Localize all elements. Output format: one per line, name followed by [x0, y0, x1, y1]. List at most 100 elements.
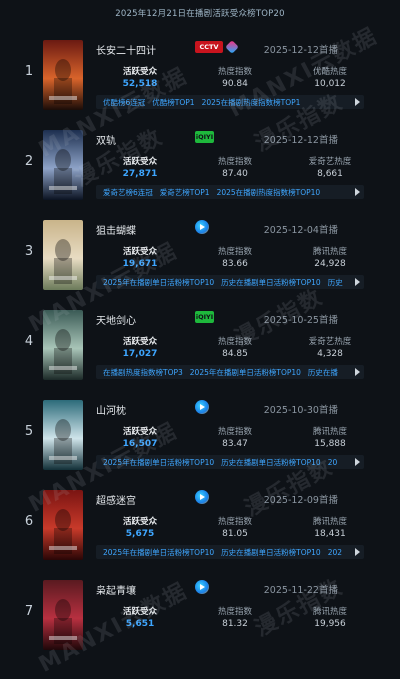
platform-heat-metric: 腾讯热度 19,956	[290, 605, 370, 629]
platform-logos	[195, 579, 209, 595]
metric-value: 83.66	[222, 259, 248, 269]
metric-value: 4,328	[317, 349, 343, 359]
heat-index-metric: 热度指数 90.84	[195, 65, 275, 89]
play-arrow-icon[interactable]	[355, 548, 360, 556]
platform-heat-metric: 优酷热度 10,012	[290, 65, 370, 89]
honor-tag: 2025年在播剧单日活粉榜TOP10	[103, 547, 215, 557]
metric-value: 81.05	[222, 529, 248, 539]
premiere-label: 首播	[318, 315, 338, 326]
honor-tag: 20	[327, 457, 338, 467]
metric-label: 活跃受众	[122, 607, 157, 617]
active-audience-metric: 活跃受众 27,871	[100, 155, 180, 179]
rank-number: 1	[24, 64, 34, 79]
platform-logos	[195, 489, 209, 505]
premiere-date: 2025-12-12首播	[264, 42, 338, 56]
list-item[interactable]: 6 超感迷宫 2025-12-09首播 活跃受众 5,675 热度指数 81.0…	[0, 480, 400, 570]
rank-number: 5	[24, 424, 34, 439]
platform-heat-metric: 腾讯热度 15,888	[290, 425, 370, 449]
premiere-date: 2025-12-09首播	[264, 492, 338, 506]
active-audience-metric: 活跃受众 5,675	[100, 515, 180, 539]
cctv-logo-icon: CCTV	[195, 41, 223, 53]
honor-tags[interactable]: 爱奇艺榜6连冠 爱奇艺榜TOP1 2025在播剧热度指数榜TOP10	[96, 185, 364, 199]
honor-tags[interactable]: 优酷榜6连冠 优酷榜TOP1 2025在播剧热度指数榜TOP1	[96, 95, 364, 109]
poster-image[interactable]	[43, 490, 83, 560]
drama-title[interactable]: 长安二十四计	[96, 42, 156, 57]
tencent-video-logo-icon	[195, 490, 209, 504]
tencent-video-logo-icon	[195, 220, 209, 234]
list-item[interactable]: 2 双轨 iQIYI 2025-12-12首播 活跃受众 27,871 热度指数…	[0, 120, 400, 210]
platform-logos: iQIYI	[195, 129, 214, 145]
metric-value: 83.47	[222, 439, 248, 449]
metric-value: 52,518	[122, 79, 158, 89]
metric-label: 腾讯热度	[312, 247, 347, 257]
honor-tags[interactable]: 2025年在播剧单日活粉榜TOP10 历史在播剧单日活粉榜TOP10 20	[96, 455, 364, 469]
date-value: 2025-12-12	[263, 135, 319, 146]
metric-label: 活跃受众	[122, 67, 157, 77]
list-item[interactable]: 1 长安二十四计 CCTV 2025-12-12首播 活跃受众 52,518 热…	[0, 30, 400, 120]
heat-index-metric: 热度指数 84.85	[195, 335, 275, 359]
poster-image[interactable]	[43, 400, 83, 470]
poster-image[interactable]	[43, 580, 83, 650]
platform-heat-metric: 腾讯热度 18,431	[290, 515, 370, 539]
honor-tag: 爱奇艺榜6连冠	[103, 187, 153, 197]
metric-label: 热度指数	[217, 427, 252, 437]
drama-title[interactable]: 狙击蝴蝶	[96, 222, 136, 237]
metric-label: 活跃受众	[122, 337, 157, 347]
honor-tags[interactable]: 在播剧热度指数榜TOP3 2025年在播剧单日活粉榜TOP10 历史在播	[96, 365, 364, 379]
platform-logos	[195, 219, 209, 235]
active-audience-metric: 活跃受众 16,507	[100, 425, 180, 449]
honor-tag: 历史在播剧单日活粉榜TOP10	[221, 277, 321, 287]
iqiyi-logo-icon: iQIYI	[195, 131, 214, 143]
iqiyi-logo-icon: iQIYI	[195, 311, 214, 323]
premiere-label: 首播	[318, 405, 338, 416]
heat-index-metric: 热度指数 83.47	[195, 425, 275, 449]
poster-image[interactable]	[43, 130, 83, 200]
metric-label: 热度指数	[217, 517, 252, 527]
honor-tag: 优酷榜6连冠	[103, 97, 146, 107]
premiere-date: 2025-12-12首播	[264, 132, 338, 146]
list-item[interactable]: 4 天地剑心 iQIYI 2025-10-25首播 活跃受众 17,027 热度…	[0, 300, 400, 390]
play-arrow-icon[interactable]	[355, 368, 360, 376]
rank-number: 2	[24, 154, 34, 169]
play-arrow-icon[interactable]	[355, 188, 360, 196]
date-value: 2025-10-25	[263, 315, 319, 326]
date-value: 2025-12-09	[263, 495, 319, 506]
poster-image[interactable]	[43, 40, 83, 110]
poster-image[interactable]	[43, 220, 83, 290]
honor-tag: 2025年在播剧单日活粉榜TOP10	[103, 277, 215, 287]
metric-label: 热度指数	[217, 157, 252, 167]
premiere-date: 2025-12-04首播	[264, 222, 338, 236]
drama-title[interactable]: 山河枕	[96, 402, 126, 417]
drama-title[interactable]: 枭起青壤	[96, 582, 136, 597]
metric-label: 热度指数	[217, 607, 252, 617]
metric-value: 24,928	[314, 259, 346, 269]
play-arrow-icon[interactable]	[355, 458, 360, 466]
honor-tag: 2025年在播剧单日活粉榜TOP10	[189, 367, 301, 377]
platform-logos: CCTV	[195, 39, 239, 55]
metric-value: 19,956	[314, 619, 346, 629]
metric-value: 27,871	[122, 169, 158, 179]
active-audience-metric: 活跃受众 17,027	[100, 335, 180, 359]
list-item[interactable]: 7 枭起青壤 2025-11-22首播 活跃受众 5,651 热度指数 81.3…	[0, 570, 400, 660]
play-arrow-icon[interactable]	[355, 278, 360, 286]
metric-label: 优酷热度	[312, 67, 347, 77]
honor-tag: 历史	[327, 277, 343, 287]
poster-image[interactable]	[43, 310, 83, 380]
metric-value: 16,507	[122, 439, 158, 449]
list-item[interactable]: 3 狙击蝴蝶 2025-12-04首播 活跃受众 19,671 热度指数 83.…	[0, 210, 400, 300]
metric-label: 活跃受众	[122, 157, 157, 167]
honor-tag: 爱奇艺榜TOP1	[159, 187, 210, 197]
drama-title[interactable]: 超感迷宫	[96, 492, 136, 507]
honor-tags[interactable]: 2025年在播剧单日活粉榜TOP10 历史在播剧单日活粉榜TOP10 历史	[96, 275, 364, 289]
metric-value: 90.84	[222, 79, 248, 89]
honor-tags[interactable]: 2025年在播剧单日活粉榜TOP10 历史在播剧单日活粉榜TOP10 202	[96, 545, 364, 559]
list-item[interactable]: 5 山河枕 2025-10-30首播 活跃受众 16,507 热度指数 83.4…	[0, 390, 400, 480]
premiere-label: 首播	[318, 495, 338, 506]
drama-title[interactable]: 双轨	[96, 132, 116, 147]
metric-label: 腾讯热度	[312, 427, 347, 437]
drama-title[interactable]: 天地剑心	[96, 312, 136, 327]
honor-tag: 历史在播	[307, 367, 338, 377]
date-value: 2025-12-04	[263, 225, 319, 236]
play-arrow-icon[interactable]	[355, 98, 360, 106]
honor-tag: 优酷榜TOP1	[152, 97, 195, 107]
